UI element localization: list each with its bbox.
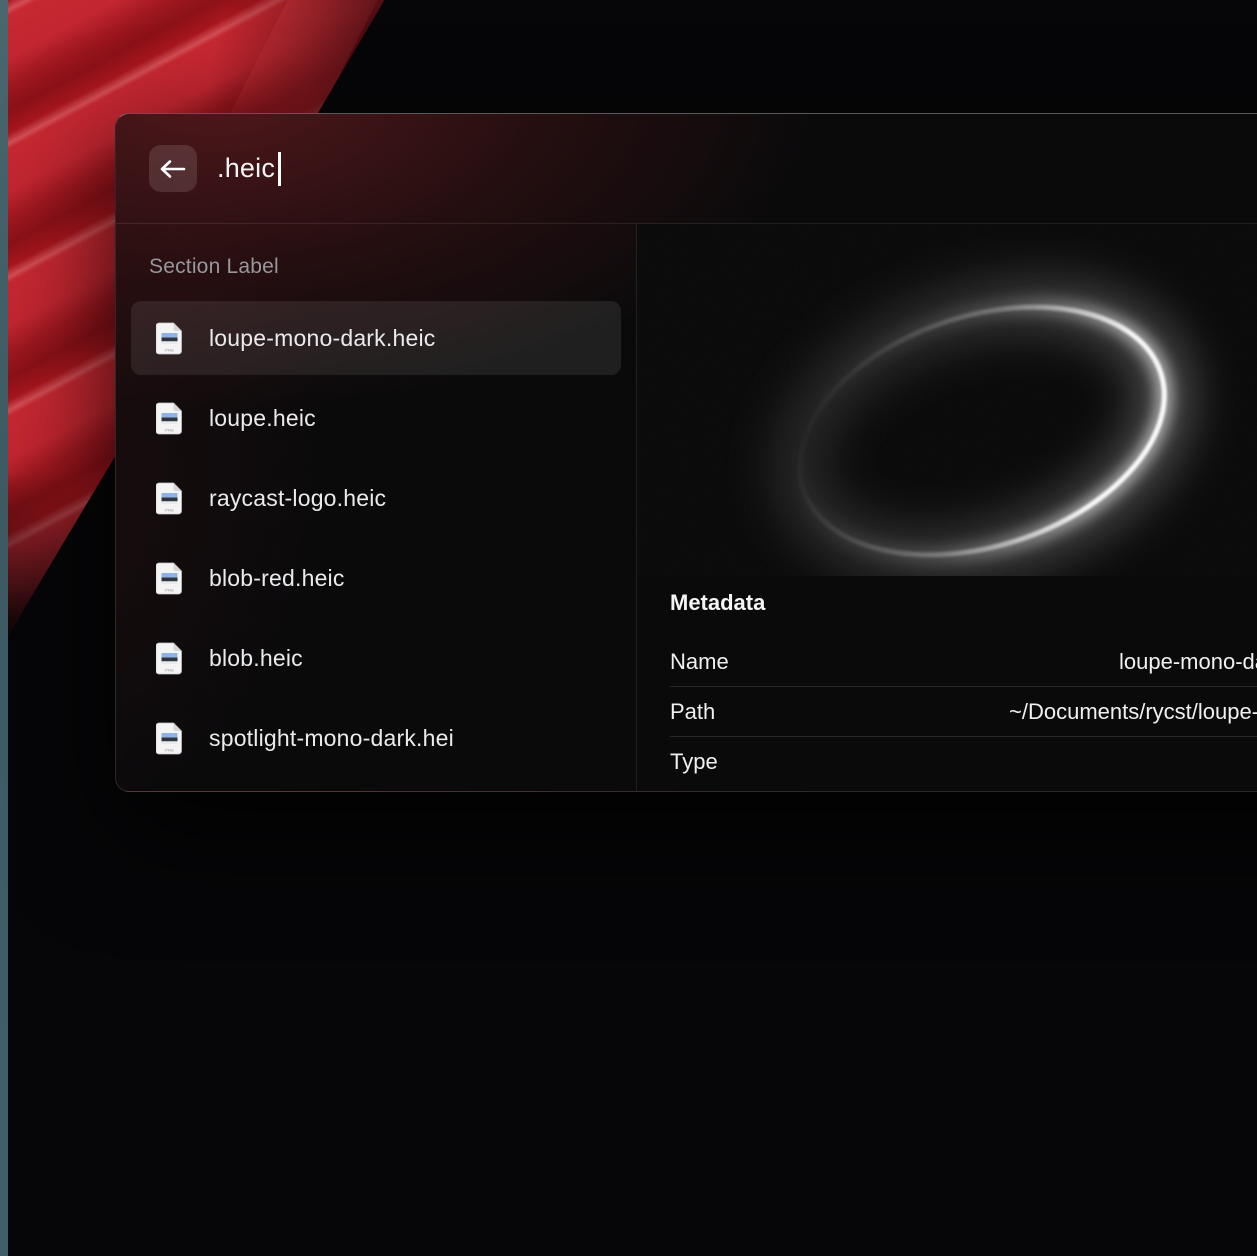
metadata-label: Name [670, 649, 729, 675]
results-pane: Section Label PNG loupe-mono-dark.heic [116, 224, 636, 792]
back-button[interactable] [149, 145, 197, 192]
section-label: Section Label [149, 255, 636, 279]
image-file-icon: PNG [156, 562, 183, 595]
svg-text:PNG: PNG [165, 587, 174, 592]
image-file-icon: PNG [156, 642, 183, 675]
file-name: raycast-logo.heic [209, 485, 386, 512]
detail-pane: Metadata Name loupe-mono-dark.heic Path … [637, 224, 1257, 792]
launcher-window: .heic Section Label PNG [115, 113, 1257, 792]
file-name: blob.heic [209, 645, 303, 672]
svg-text:PNG: PNG [165, 427, 174, 432]
file-name: blob-red.heic [209, 565, 345, 592]
metadata-value: loupe-mono-dark.heic [1119, 649, 1257, 675]
search-input[interactable]: .heic [217, 152, 281, 186]
metadata-section: Metadata Name loupe-mono-dark.heic Path … [637, 576, 1257, 787]
list-item[interactable]: PNG raycast-logo.heic [131, 461, 621, 535]
metadata-row-type: Type [670, 737, 1257, 787]
svg-text:PNG: PNG [165, 667, 174, 672]
metadata-row-name: Name loupe-mono-dark.heic [670, 637, 1257, 687]
search-value: .heic [217, 153, 275, 184]
list-item[interactable]: PNG spotlight-mono-dark.hei [131, 701, 621, 775]
metadata-row-path: Path ~/Documents/rycst/loupe-mono-dark.h… [670, 687, 1257, 737]
svg-text:PNG: PNG [165, 747, 174, 752]
metadata-value: ~/Documents/rycst/loupe-mono-dark.heic [1009, 699, 1257, 725]
metadata-label: Path [670, 699, 715, 725]
metadata-label: Type [670, 749, 718, 775]
list-item[interactable]: PNG blob-red.heic [131, 541, 621, 615]
text-caret [278, 152, 281, 186]
arrow-left-icon [160, 158, 186, 180]
list-item[interactable]: PNG blob.heic [131, 621, 621, 695]
image-file-icon: PNG [156, 482, 183, 515]
svg-text:PNG: PNG [165, 507, 174, 512]
file-name: loupe.heic [209, 405, 316, 432]
preview-image [637, 224, 1257, 576]
list-item[interactable]: PNG loupe.heic [131, 381, 621, 455]
search-bar: .heic [116, 114, 1257, 224]
desktop: .heic Section Label PNG [0, 0, 1257, 1256]
image-file-icon: PNG [156, 722, 183, 755]
image-file-icon: PNG [156, 402, 183, 435]
results-list: PNG loupe-mono-dark.heic PNG [131, 301, 621, 775]
metadata-title: Metadata [670, 590, 1257, 616]
image-file-icon: PNG [156, 322, 183, 355]
list-item[interactable]: PNG loupe-mono-dark.heic [131, 301, 621, 375]
svg-text:PNG: PNG [165, 347, 174, 352]
file-name: spotlight-mono-dark.hei [209, 725, 454, 752]
wallpaper-edge-strip [0, 0, 8, 1256]
file-name: loupe-mono-dark.heic [209, 325, 435, 352]
